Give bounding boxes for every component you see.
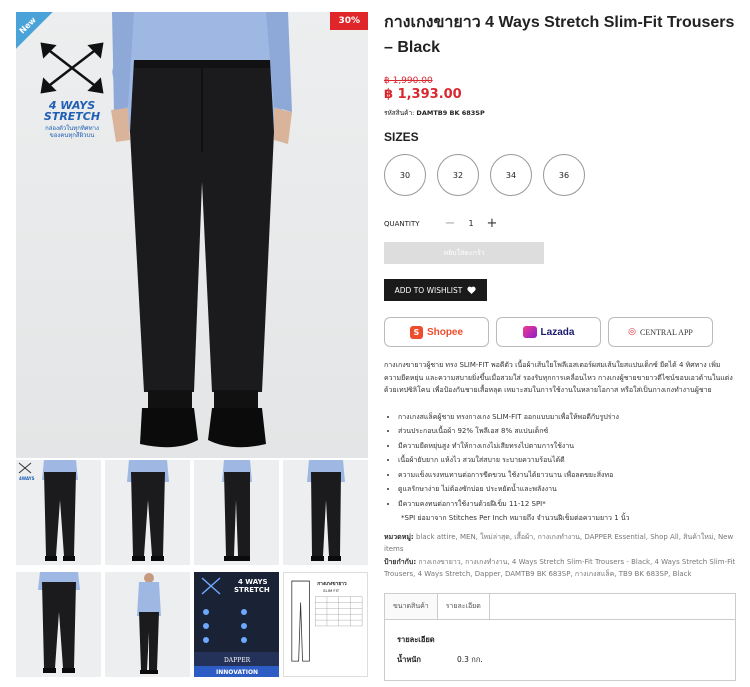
- thumbnail-image: กางเกงขายาว SLIM FIT: [291, 580, 363, 662]
- sizes-heading: SIZES: [384, 130, 419, 144]
- thumbnail-7[interactable]: 4 WAYS STRETCH DAPPER INNOVATION: [194, 572, 279, 677]
- feature-item: ส่วนประกอบเนื้อผ้า 92% โพลีเอส 8% สแปนเด…: [398, 425, 736, 438]
- main-product-image[interactable]: New 30% 4 WAYS STRETCH กล่องตัวในทุกทิศท…: [16, 12, 368, 458]
- quantity-plus-button[interactable]: +: [482, 216, 502, 231]
- sku: รหัสสินค้า: DAMTB9 BK 683SP: [384, 108, 736, 118]
- heart-icon: [467, 286, 476, 294]
- category-links[interactable]: black attire, MEN, ใหม่ล่าสุด, เสื้อผ้า,…: [384, 533, 733, 554]
- product-tabs: ขนาดสินค้า รายละเอียด รายละเอียด น้ำหนัก…: [384, 592, 736, 681]
- feature-item: ดูแลรักษาง่าย ไม่ต้องซักบ่อย ประหยัดน้ำแ…: [398, 483, 736, 496]
- stretch-subtitle: กล่องตัวในทุกทิศทาง ของคนทุกสีผิวบน: [45, 125, 99, 139]
- sale-badge: 30%: [330, 12, 368, 30]
- spi-note: *SPI ย่อมาจาก Stitches Per Inch หมายถึง …: [401, 514, 630, 522]
- tags-row: ป้ายกำกับ: กางเกงขายาว, กางเกงทำงาน, 4 W…: [384, 556, 736, 581]
- stretch-title: 4 WAYS STRETCH: [43, 99, 101, 123]
- size-option-32[interactable]: 32: [437, 154, 479, 196]
- weight-label: น้ำหนัก: [397, 654, 421, 664]
- lazada-icon: [522, 326, 537, 338]
- thumb-stretch-line2: STRETCH: [234, 586, 270, 594]
- thumbnail-image: [38, 572, 80, 673]
- sale-price: ฿ 1,393.00: [384, 87, 462, 102]
- tab-size[interactable]: ขนาดสินค้า: [385, 593, 438, 619]
- thumbnail-image: [137, 573, 161, 674]
- thumb-stretch-line1: 4 WAYS: [238, 578, 268, 586]
- old-price: ฿ 1,990.00: [384, 76, 433, 86]
- tab-details[interactable]: รายละเอียด: [438, 593, 490, 619]
- product-title: กางเกงขายาว 4 Ways Stretch Slim-Fit Trou…: [384, 14, 735, 56]
- wishlist-label: ADD TO WISHLIST: [394, 285, 463, 295]
- thumbnail-image: [307, 460, 345, 561]
- feature-list: กางเกงสแล็คผู้ชาย ทรงกางเกง SLIM-FIT ออก…: [384, 411, 736, 525]
- size-option-30[interactable]: 30: [384, 154, 426, 196]
- size-options: 30 32 34 36: [384, 154, 736, 196]
- thumb-innovation: INNOVATION: [216, 669, 258, 676]
- shopee-button[interactable]: S Shopee: [384, 317, 489, 347]
- tag-links[interactable]: กางเกงขายาว, กางเกงทำงาน, 4 Ways Stretch…: [384, 558, 735, 579]
- tab-panel: รายละเอียด น้ำหนัก 0.3 กก.: [385, 620, 735, 680]
- thumbnail-image: [222, 460, 252, 561]
- central-label: CENTRAL APP: [640, 327, 693, 337]
- product-info: กางเกงขายาว 4 Ways Stretch Slim-Fit Trou…: [384, 10, 736, 681]
- feature-item: มีความยืดหยุ่นสูง ทำให้กางเกงไม่เสียทรงไ…: [398, 440, 736, 453]
- shopee-icon: S: [409, 325, 423, 339]
- detail-heading: รายละเอียด: [397, 634, 435, 644]
- feature-item: มีความคงทนต่อการใช้งานด้วยฝีเข็ม 11-12 S…: [398, 498, 736, 511]
- sku-value: DAMTB9 BK 683SP: [416, 109, 485, 117]
- central-app-button[interactable]: ◎ CENTRAL APP: [608, 317, 713, 347]
- thumb-chart-title: กางเกงขายาว: [317, 581, 347, 587]
- add-to-wishlist-button[interactable]: ADD TO WISHLIST: [384, 279, 487, 301]
- central-icon: ◎: [628, 327, 637, 337]
- add-to-cart-button[interactable]: หยิบใส่ตะกร้า: [384, 242, 544, 264]
- thumbnail-3[interactable]: [194, 460, 279, 565]
- stretch-logo: 4 WAYS STRETCH กล่องตัวในทุกทิศทาง ของคน…: [38, 42, 106, 139]
- thumbnail-image: 4WAYS: [18, 460, 78, 561]
- shopee-label: Shopee: [426, 326, 464, 338]
- four-way-arrows-icon: [40, 42, 104, 94]
- category-label: หมวดหมู่:: [384, 532, 414, 541]
- thumbnail-image: [127, 460, 169, 561]
- thumbnail-5[interactable]: [16, 572, 101, 677]
- thumb-chart-sub: SLIM FIT: [323, 588, 340, 593]
- product-description: กางเกงขายาวผู้ชาย ทรง SLIM-FIT พอดีตัว เ…: [384, 361, 733, 394]
- weight-row: น้ำหนัก 0.3 กก.: [397, 650, 723, 670]
- thumbnail-image: 4 WAYS STRETCH DAPPER INNOVATION: [194, 577, 279, 677]
- tab-bar: ขนาดสินค้า รายละเอียด: [385, 593, 735, 620]
- svg-text:4WAYS: 4WAYS: [19, 476, 35, 481]
- size-option-34[interactable]: 34: [490, 154, 532, 196]
- sku-label: รหัสสินค้า:: [384, 109, 415, 117]
- weight-value: 0.3 กก.: [457, 654, 483, 664]
- thumbnail-4[interactable]: [283, 460, 368, 565]
- lazada-button[interactable]: Lazada: [496, 317, 601, 347]
- quantity-label: QUANTITY: [384, 219, 420, 228]
- thumbnail-6[interactable]: [105, 572, 190, 677]
- quantity-minus-button[interactable]: −: [440, 216, 460, 231]
- quantity-stepper: QUANTITY − 1 +: [384, 216, 736, 231]
- tags-label: ป้ายกำกับ:: [384, 557, 417, 566]
- thumbnail-1[interactable]: 4WAYS: [16, 460, 101, 565]
- feature-item: เนื้อผ้ายับยาก แห้งไว สวมใส่สบาย ระบายคว…: [398, 454, 736, 467]
- quantity-input[interactable]: 1: [460, 219, 482, 228]
- lazada-label: Lazada: [540, 326, 575, 338]
- feature-item: ความแข็งแรงทนทานต่อการขีดขวน ใช้งานได้ยา…: [398, 469, 736, 482]
- feature-item: กางเกงสแล็คผู้ชาย ทรงกางเกง SLIM-FIT ออก…: [398, 411, 736, 424]
- thumbnail-2[interactable]: [105, 460, 190, 565]
- marketplace-links: S Shopee Lazada ◎ CENTRAL APP: [384, 317, 736, 347]
- size-option-36[interactable]: 36: [543, 154, 585, 196]
- thumb-brand: DAPPER: [224, 657, 251, 664]
- category-row: หมวดหมู่: black attire, MEN, ใหม่ล่าสุด,…: [384, 531, 736, 556]
- product-meta: หมวดหมู่: black attire, MEN, ใหม่ล่าสุด,…: [384, 531, 736, 581]
- thumbnail-8[interactable]: กางเกงขายาว SLIM FIT: [283, 572, 368, 677]
